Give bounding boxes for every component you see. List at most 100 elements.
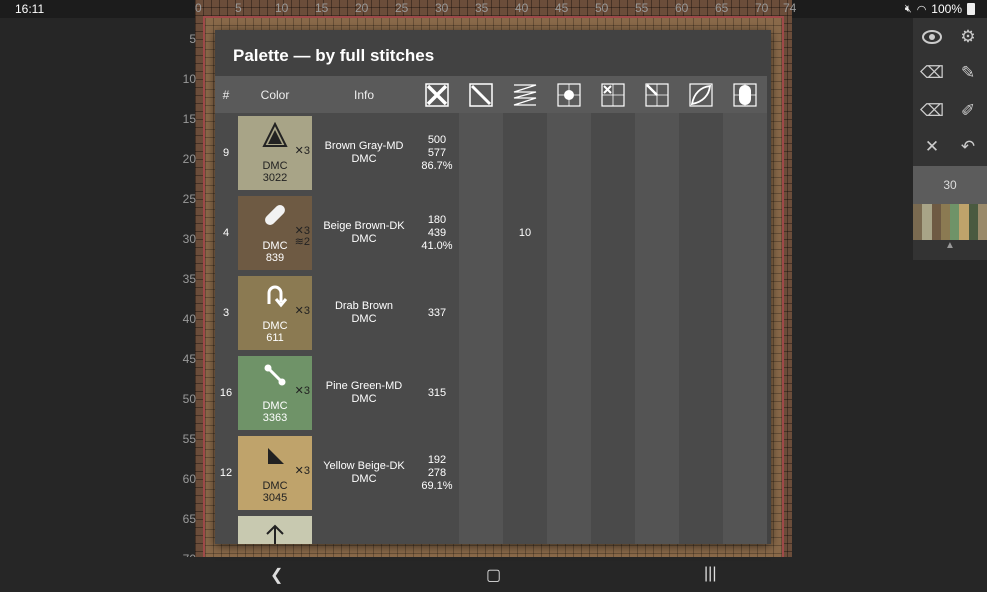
eye-icon[interactable] xyxy=(917,22,947,52)
ruler-tick: 45 xyxy=(182,352,196,366)
floss-code: DMC 611 xyxy=(262,320,288,344)
petit-stitch-count xyxy=(503,113,547,193)
row-number: 12 xyxy=(215,433,237,513)
petit-stitch-icon xyxy=(503,83,547,107)
header-num[interactable]: # xyxy=(215,76,237,113)
info-cell: Brown Gray-VL xyxy=(313,513,415,544)
count-value: 192 xyxy=(427,453,447,466)
color-cell[interactable]: ✕3 ≋2 DMC 839 xyxy=(237,193,313,273)
count-value: 577 xyxy=(427,146,447,159)
stitch-count-cell xyxy=(591,193,635,273)
color-swatch[interactable]: ✕3 DMC 3045 xyxy=(238,436,312,510)
count-value: 315 xyxy=(427,386,447,399)
ruler-tick: 55 xyxy=(635,1,649,15)
ruler-tick: 60 xyxy=(182,472,196,486)
row-number xyxy=(215,513,237,544)
clock: 16:11 xyxy=(15,2,45,16)
stitch-count-cell xyxy=(635,273,679,353)
color-cell[interactable]: ✕3 DMC 3045 xyxy=(237,433,313,513)
color-name: Drab Brown xyxy=(334,300,394,312)
pen-icon[interactable]: ✐ xyxy=(953,96,983,126)
color-swatch[interactable]: ✕3 DMC 611 xyxy=(238,276,312,350)
floss-code: DMC 839 xyxy=(262,240,288,264)
ruler-tick: 35 xyxy=(182,272,196,286)
back-icon[interactable]: ❮ xyxy=(270,565,283,585)
three-quarter-stitch-column-header[interactable] xyxy=(635,76,679,113)
full-stitch-column-header[interactable] xyxy=(415,76,459,113)
full-stitch-counts: 337 xyxy=(415,273,459,353)
zoom-level[interactable]: 30 xyxy=(913,166,987,204)
color-strip[interactable] xyxy=(913,204,987,240)
palette-row[interactable]: 12 ✕3 DMC 3045 Yellow Beige-DK DMC 192 278 69.1% xyxy=(215,433,767,513)
fill-eraser-icon[interactable]: ⌫ xyxy=(917,96,947,126)
ruler-tick: 65 xyxy=(715,1,729,15)
dialog-title: Palette — by full stitches xyxy=(233,46,435,65)
color-cell[interactable] xyxy=(237,513,313,544)
stitch-count-cell xyxy=(459,113,503,193)
header-color[interactable]: Color xyxy=(237,76,313,113)
bead-icon xyxy=(262,202,288,228)
link-icon xyxy=(262,362,288,388)
palette-row[interactable]: 9 ✕3 DMC 3022 Brown Gray-MD DMC 500 577 86.7% xyxy=(215,113,767,193)
color-swatch[interactable]: ✕3 ≋2 DMC 839 xyxy=(238,196,312,270)
palette-row[interactable]: 4 ✕3 ≋2 DMC 839 Beige Brown-DK DMC 180 439 41.0% 1… xyxy=(215,193,767,273)
ruler-tick: 74 xyxy=(783,1,797,15)
stitch-count-cell xyxy=(459,433,503,513)
color-cell[interactable]: ✕3 DMC 611 xyxy=(237,273,313,353)
info-cell: Yellow Beige-DK DMC xyxy=(313,433,415,513)
close-icon[interactable]: ✕ xyxy=(917,132,947,162)
brand-name: DMC xyxy=(351,393,377,405)
ruler-tick: 30 xyxy=(182,232,196,246)
left-ruler: 510152025303540455055606570 xyxy=(176,18,196,592)
palette-row[interactable]: 3 ✕3 DMC 611 Drab Brown DMC 337 xyxy=(215,273,767,353)
color-swatch[interactable]: ✕3 DMC 3022 xyxy=(238,116,312,190)
ruler-tick: 30 xyxy=(435,1,449,15)
gear-icon[interactable]: ⚙ xyxy=(953,22,983,52)
ruler-tick: 5 xyxy=(235,1,242,15)
count-value: 439 xyxy=(427,226,447,239)
expand-icon[interactable]: ▲ xyxy=(913,240,987,260)
home-icon[interactable]: ▢ xyxy=(486,565,501,585)
stitch-count-cell xyxy=(459,513,503,544)
quarter-stitch-column-header[interactable] xyxy=(591,76,635,113)
color-swatch[interactable]: ✕3 DMC 3363 xyxy=(238,356,312,430)
header-info[interactable]: Info xyxy=(313,76,415,113)
stitch-count-cell xyxy=(679,193,723,273)
info-cell: Drab Brown DMC xyxy=(313,273,415,353)
info-cell: Pine Green-MD DMC xyxy=(313,353,415,433)
palette-row[interactable]: 16 ✕3 DMC 3363 Pine Green-MD DMC 315 xyxy=(215,353,767,433)
color-swatch[interactable] xyxy=(238,516,312,544)
eraser-icon[interactable]: ⌫ xyxy=(917,58,947,88)
stitch-count-cell xyxy=(723,193,767,273)
full-stitch-icon xyxy=(415,82,459,107)
stitch-count-cell xyxy=(547,113,591,193)
color-cell[interactable]: ✕3 DMC 3363 xyxy=(237,353,313,433)
french-knot-column-header[interactable] xyxy=(547,76,591,113)
half-stitch-icon xyxy=(459,82,503,107)
pencil-icon[interactable]: ✎ xyxy=(953,58,983,88)
color-cell[interactable]: ✕3 DMC 3022 xyxy=(237,113,313,193)
stitch-count-cell xyxy=(679,353,723,433)
stitch-count-cell xyxy=(591,353,635,433)
lazy-daisy-icon xyxy=(679,82,723,107)
recents-icon[interactable]: ||| xyxy=(704,565,716,583)
count-value: 337 xyxy=(427,306,447,319)
stitch-count-cell xyxy=(459,193,503,273)
stitch-count-cell xyxy=(547,513,591,544)
brand-name: DMC xyxy=(351,233,377,245)
lazy-daisy-column-header[interactable] xyxy=(679,76,723,113)
petit-stitch-column-header[interactable] xyxy=(503,76,547,113)
ruler-tick: 10 xyxy=(182,72,196,86)
undo-icon[interactable]: ↶ xyxy=(953,132,983,162)
stitch-count-cell xyxy=(679,513,723,544)
stitch-multiplier: ✕3 xyxy=(294,385,310,397)
ruler-tick: 60 xyxy=(675,1,689,15)
navigation-bar: ❮ ▢ ||| xyxy=(0,557,987,592)
palette-row[interactable]: Brown Gray-VL99 xyxy=(215,513,767,544)
bead-column-header[interactable] xyxy=(723,76,767,113)
petit-stitch-count: 10 xyxy=(503,193,547,273)
full-stitch-counts: 99 xyxy=(415,513,459,544)
half-stitch-column-header[interactable] xyxy=(459,76,503,113)
brand-name: DMC xyxy=(351,153,377,165)
ruler-tick: 40 xyxy=(515,1,529,15)
